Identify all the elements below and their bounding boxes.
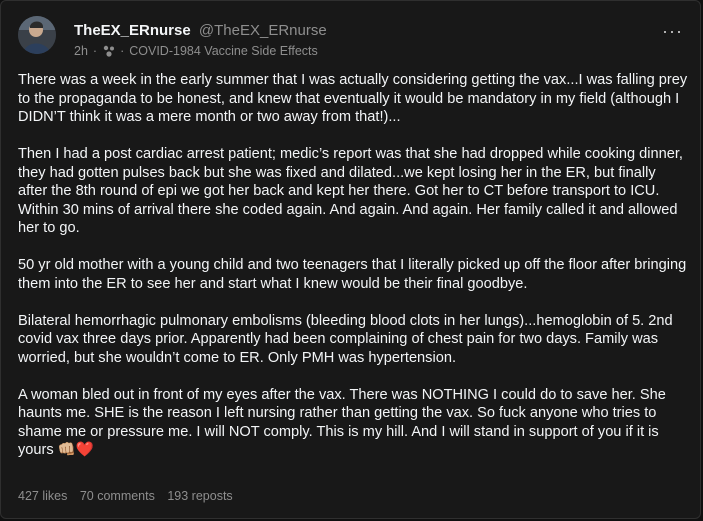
post-paragraph: 50 yr old mother with a young child and … [18,257,687,292]
author-name[interactable]: TheEX_ERnurse [74,22,191,39]
post-stats: 427 likes 70 comments 193 reposts [18,489,242,503]
avatar-image [18,16,56,54]
post-paragraph-last: A woman bled out in front of my eyes aft… [18,386,688,460]
author-handle[interactable]: @TheEX_ERnurse [199,22,327,39]
post-header: TheEX_ERnurse @TheEX_ERnurse [74,22,327,39]
separator: · [92,44,98,58]
community-icon [103,45,115,57]
community-link[interactable]: COVID-1984 Vaccine Side Effects [129,44,318,58]
post-age: 2h [74,44,88,58]
likes-count[interactable]: 427 likes [18,489,67,503]
separator: · [120,44,125,58]
post-body: There was a week in the early summer tha… [18,71,688,460]
more-options-icon[interactable]: ··· [662,21,683,42]
comments-count[interactable]: 70 comments [80,489,155,503]
post-meta: 2h · · COVID-1984 Vaccine Side Effects [74,44,318,58]
post-card: TheEX_ERnurse @TheEX_ERnurse 2h · · COVI… [0,0,701,519]
fist-heart-emoji: 👊🏼❤️ [57,441,95,458]
post-paragraph: There was a week in the early summer tha… [18,72,688,125]
post-paragraph: Then I had a post cardiac arrest patient… [18,146,683,236]
avatar[interactable] [18,16,56,54]
post-paragraph-text: A woman bled out in front of my eyes aft… [18,386,666,459]
post-paragraph: Bilateral hemorrhagic pulmonary embolism… [18,312,673,366]
reposts-count[interactable]: 193 reposts [167,489,232,503]
